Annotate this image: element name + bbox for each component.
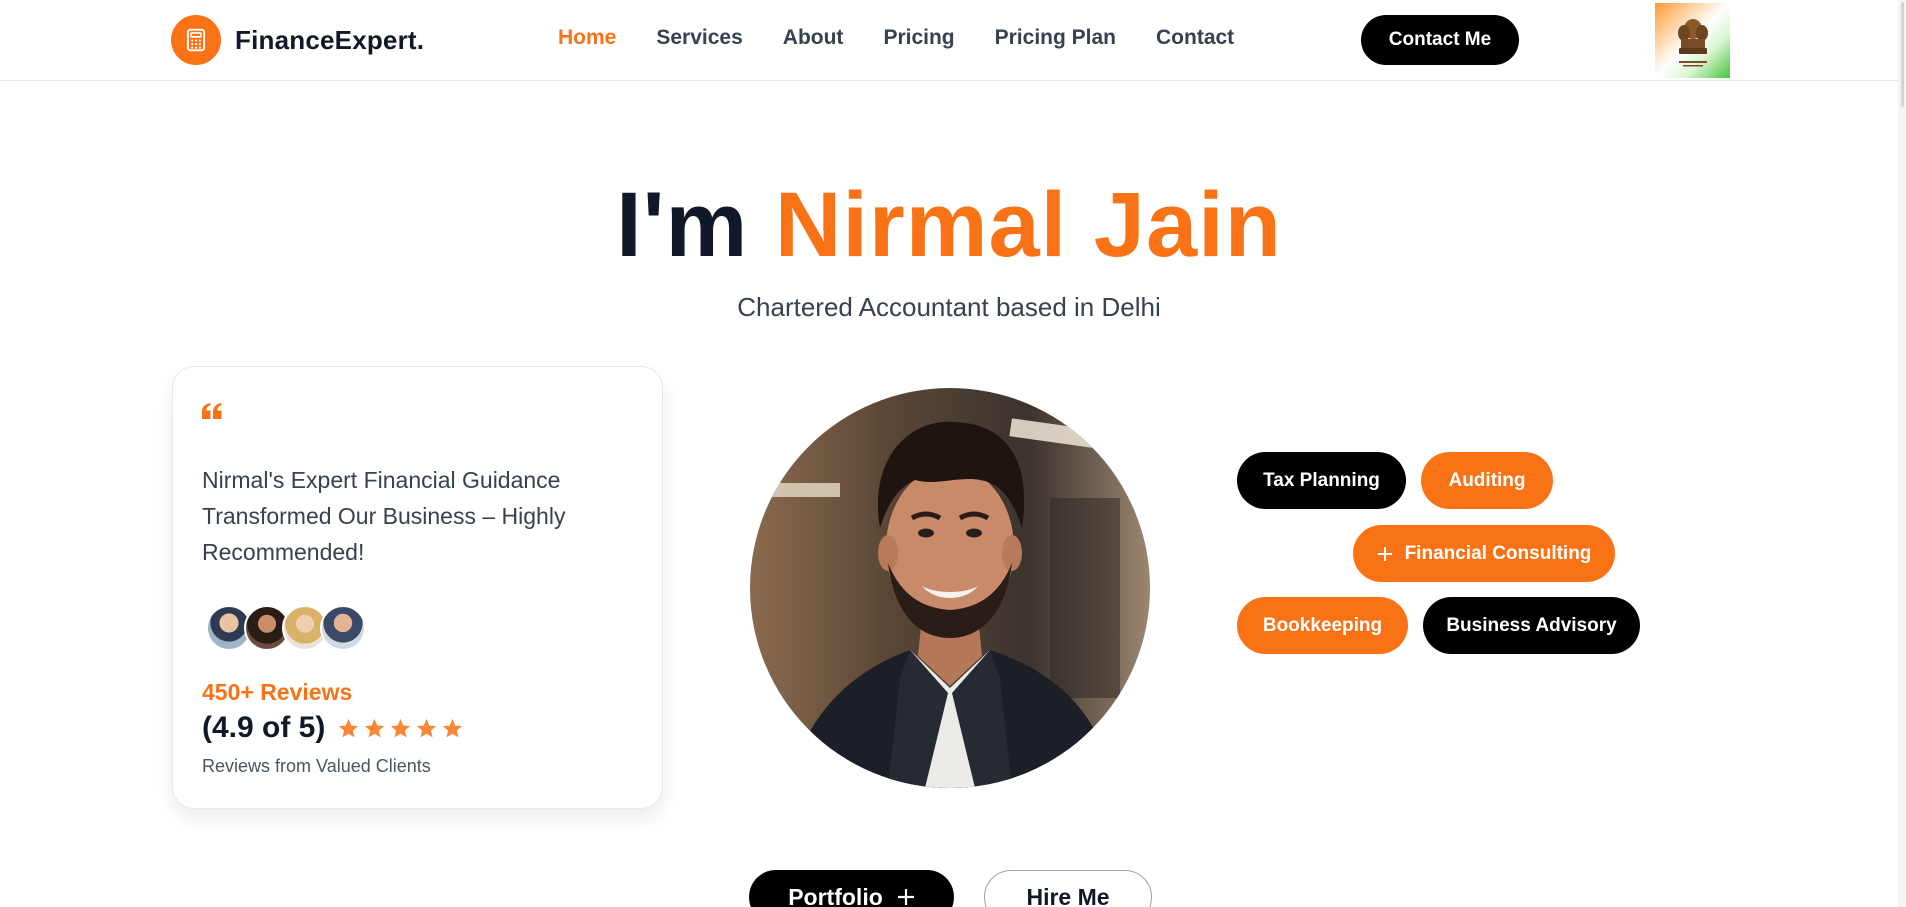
tag-financial-consulting[interactable]: Financial Consulting (1353, 525, 1615, 582)
testimonial-card: Nirmal's Expert Financial Guidance Trans… (172, 366, 663, 809)
scrollbar-thumb[interactable] (1901, 2, 1904, 107)
nav-link-contact[interactable]: Contact (1156, 26, 1234, 50)
star-icon (443, 718, 463, 737)
reviews-note: Reviews from Valued Clients (202, 756, 431, 776)
rating-row: (4.9 of 5) (202, 711, 464, 745)
hero-subtitle: Chartered Accountant based in Delhi (737, 292, 1161, 322)
star-rating (337, 717, 464, 740)
page-scrollbar[interactable] (1898, 0, 1906, 907)
contact-me-button[interactable]: Contact Me (1361, 15, 1519, 65)
star-icon (391, 718, 411, 737)
calculator-icon (171, 15, 221, 65)
avatar (320, 605, 366, 651)
hire-me-button[interactable]: Hire Me (984, 870, 1152, 907)
portfolio-button-label: Portfolio (788, 883, 883, 907)
nav-link-about[interactable]: About (783, 26, 844, 50)
star-icon (339, 718, 359, 737)
tag-financial-consulting-label: Financial Consulting (1404, 542, 1592, 564)
nav-link-pricing-plan[interactable]: Pricing Plan (995, 26, 1116, 50)
nav-menu: Home Services About Pricing Pricing Plan… (558, 26, 1234, 50)
hero-name: Nirmal Jain (774, 174, 1282, 276)
testimonial-quote: Nirmal's Expert Financial Guidance Trans… (202, 467, 566, 565)
profile-photo (750, 388, 1150, 788)
hero-title: I'm Nirmal Jain (0, 170, 1898, 280)
nav-link-home[interactable]: Home (558, 26, 616, 50)
brand-name: FinanceExpert. (235, 24, 425, 55)
star-icon (365, 718, 385, 737)
nav-link-pricing[interactable]: Pricing (883, 26, 954, 50)
reviews-count: 450+ Reviews (202, 679, 353, 705)
top-navbar: FinanceExpert. Home Services About Prici… (0, 0, 1906, 81)
tag-auditing[interactable]: Auditing (1421, 452, 1553, 509)
portfolio-button[interactable]: Portfolio (749, 870, 954, 907)
nav-link-services[interactable]: Services (656, 26, 742, 50)
national-emblem-icon (1655, 3, 1730, 78)
rating-score: (4.9 of 5) (202, 711, 326, 744)
tag-business-advisory[interactable]: Business Advisory (1423, 597, 1640, 654)
tag-tax-planning[interactable]: Tax Planning (1237, 452, 1406, 509)
tag-bookkeeping[interactable]: Bookkeeping (1237, 597, 1408, 654)
brand-logo[interactable]: FinanceExpert. (171, 15, 424, 65)
quote-icon (202, 403, 222, 424)
reviewer-avatars (206, 605, 366, 651)
plus-icon (897, 889, 914, 905)
star-icon (417, 718, 437, 737)
hero-greeting: I'm (616, 174, 749, 276)
plus-icon (1377, 546, 1392, 561)
